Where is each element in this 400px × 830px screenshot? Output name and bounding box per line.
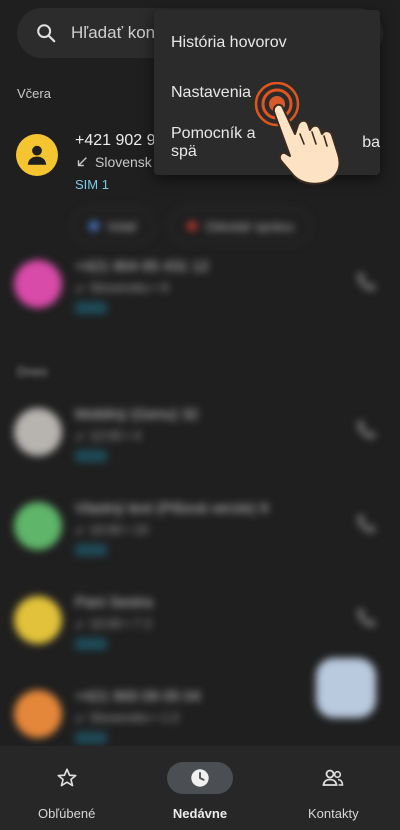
dialpad-fab[interactable] — [316, 658, 376, 718]
contact-name: +421 904 65 431 12 — [75, 258, 209, 275]
search-icon — [37, 24, 56, 43]
contact-name: Vlastný text (Pišová verzie) 9 — [75, 500, 269, 517]
call-meta: ↙ 12:00 • 4 — [75, 428, 142, 443]
people-icon — [322, 769, 344, 786]
list-item[interactable]: Mobilný (Genu) 32 ↙ 12:00 • 4 — [0, 398, 400, 478]
message-button-label: Odoslať správu — [205, 218, 294, 234]
avatar — [14, 260, 62, 308]
avatar — [14, 596, 62, 644]
search-input-placeholder[interactable]: Hľadať kont — [71, 23, 160, 43]
clock-icon — [191, 769, 209, 787]
avatar — [14, 690, 62, 738]
call-meta: ↙ Slovensko • 9 — [75, 280, 169, 295]
section-label-yesterday: Včera — [17, 86, 51, 101]
tap-hand-icon — [254, 82, 341, 185]
nav-icon-container — [300, 762, 366, 794]
nav-label: Obľúbené — [38, 806, 96, 821]
message-button[interactable]: Odoslať správu — [170, 208, 311, 244]
menu-item-label: História hovorov — [171, 34, 287, 51]
sim-label: SIM 1 — [75, 177, 109, 192]
phone-icon[interactable] — [354, 270, 378, 294]
avatar — [14, 502, 62, 550]
list-item[interactable]: Pani Sestra ↙ 10:00 • 7 2 — [0, 586, 400, 666]
phone-icon[interactable] — [354, 512, 378, 536]
phone-icon — [89, 221, 99, 231]
contact-name: Mobilný (Genu) 32 — [75, 406, 199, 423]
person-icon — [27, 145, 47, 165]
nav-icon-container — [166, 762, 233, 794]
nav-recents[interactable]: Nedávne — [133, 746, 266, 830]
sim-badge — [75, 732, 107, 744]
sim-badge — [75, 544, 107, 556]
call-location: Slovensk — [95, 154, 152, 170]
sim-badge — [75, 638, 107, 650]
nav-label: Nedávne — [172, 806, 228, 821]
call-received-icon — [77, 157, 87, 167]
menu-item-call-history[interactable]: História hovorov — [154, 18, 380, 68]
star-icon — [57, 768, 77, 787]
call-meta: ↙ Slovensko • 1:2 — [75, 710, 180, 725]
avatar — [14, 408, 62, 456]
nav-icon-container — [34, 762, 100, 794]
call-actions: Volať Odoslať správu — [72, 208, 311, 244]
nav-label: Kontakty — [308, 806, 359, 821]
list-item[interactable]: Vlastný text (Pišová verzie) 9 ↙ 10:00 •… — [0, 492, 400, 572]
call-meta: ↙ 10:00 • 7 2 — [75, 616, 152, 631]
nav-contacts[interactable]: Kontakty — [267, 746, 400, 830]
avatar — [16, 134, 58, 176]
phone-icon[interactable] — [354, 418, 378, 442]
section-label-today: Dnes — [17, 364, 48, 379]
message-icon — [187, 221, 198, 231]
call-meta: Slovensk — [75, 154, 152, 170]
call-button-label: Volať — [107, 218, 138, 234]
call-button[interactable]: Volať — [72, 208, 155, 244]
nav-favorites[interactable]: Obľúbené — [0, 746, 133, 830]
bottom-navigation: Obľúbené Nedávne Kontakty — [0, 746, 400, 830]
call-number: +421 902 9 — [75, 132, 156, 149]
sim-badge — [75, 302, 107, 314]
contact-name: +421 900 09 05 04 — [75, 688, 201, 705]
contact-name: Pani Sestra — [75, 594, 153, 611]
menu-item-label: Nastavenia — [171, 84, 252, 101]
call-meta: ↙ 10:00 • 10 — [75, 522, 149, 537]
sim-badge — [75, 450, 107, 462]
phone-icon[interactable] — [354, 606, 378, 630]
list-item[interactable]: +421 904 65 431 12 ↙ Slovensko • 9 — [0, 250, 400, 330]
